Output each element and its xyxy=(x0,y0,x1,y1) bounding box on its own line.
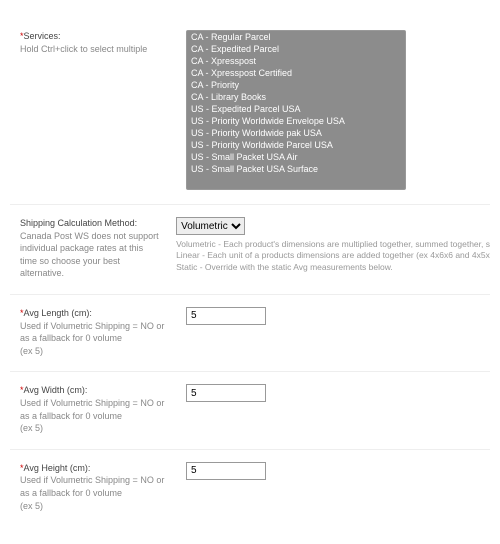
avg-height-label: Avg Height (cm): xyxy=(24,463,91,473)
avg-width-label: Avg Width (cm): xyxy=(24,385,88,395)
services-label: Services: xyxy=(24,31,61,41)
calc-method-row: Shipping Calculation Method: Canada Post… xyxy=(10,205,490,295)
services-option[interactable]: US - Priority Worldwide Parcel USA xyxy=(187,139,405,151)
calc-method-label: Shipping Calculation Method: xyxy=(20,218,137,228)
services-label-col: *Services: Hold Ctrl+click to select mul… xyxy=(10,30,180,55)
services-option[interactable]: US - Small Packet USA Surface xyxy=(187,163,405,175)
services-option[interactable]: US - Priority Worldwide pak USA xyxy=(187,127,405,139)
services-option[interactable]: US - Small Packet USA Air xyxy=(187,151,405,163)
avg-height-label-col: *Avg Height (cm): Used if Volumetric Shi… xyxy=(10,462,180,512)
calc-method-sublabel: Canada Post WS does not support individu… xyxy=(20,231,159,279)
avg-length-field xyxy=(180,307,490,325)
services-option[interactable]: CA - Xpresspost xyxy=(187,55,405,67)
services-select[interactable]: CA - Regular ParcelCA - Expedited Parcel… xyxy=(186,30,406,190)
avg-length-row: *Avg Length (cm): Used if Volumetric Shi… xyxy=(10,295,490,372)
services-option[interactable]: CA - Expedited Parcel xyxy=(187,43,405,55)
services-option[interactable]: CA - Regular Parcel xyxy=(187,31,405,43)
avg-height-sublabel: Used if Volumetric Shipping = NO or as a… xyxy=(20,475,164,510)
avg-width-row: *Avg Width (cm): Used if Volumetric Ship… xyxy=(10,372,490,449)
avg-height-field xyxy=(180,462,490,480)
avg-height-row: *Avg Height (cm): Used if Volumetric Shi… xyxy=(10,450,490,526)
services-field: CA - Regular ParcelCA - Expedited Parcel… xyxy=(180,30,490,190)
services-option[interactable]: CA - Xpresspost Certified xyxy=(187,67,405,79)
calc-method-label-col: Shipping Calculation Method: Canada Post… xyxy=(10,217,170,280)
calc-method-help: Volumetric - Each product's dimensions a… xyxy=(176,239,490,273)
calc-method-field: Volumetric Volumetric - Each product's d… xyxy=(170,217,490,273)
services-option[interactable]: US - Priority Worldwide Envelope USA xyxy=(187,115,405,127)
avg-width-label-col: *Avg Width (cm): Used if Volumetric Ship… xyxy=(10,384,180,434)
avg-length-label-col: *Avg Length (cm): Used if Volumetric Shi… xyxy=(10,307,180,357)
avg-length-sublabel: Used if Volumetric Shipping = NO or as a… xyxy=(20,321,164,356)
avg-width-field xyxy=(180,384,490,402)
avg-width-sublabel: Used if Volumetric Shipping = NO or as a… xyxy=(20,398,164,433)
services-option[interactable]: CA - Priority xyxy=(187,79,405,91)
services-option[interactable]: CA - Library Books xyxy=(187,91,405,103)
avg-length-label: Avg Length (cm): xyxy=(24,308,92,318)
calc-method-select[interactable]: Volumetric xyxy=(176,217,245,235)
services-row: *Services: Hold Ctrl+click to select mul… xyxy=(10,18,490,205)
services-tip: Hold Ctrl+click to select multiple xyxy=(20,44,147,54)
services-option[interactable]: US - Expedited Parcel USA xyxy=(187,103,405,115)
avg-length-input[interactable] xyxy=(186,307,266,325)
avg-width-input[interactable] xyxy=(186,384,266,402)
avg-height-input[interactable] xyxy=(186,462,266,480)
